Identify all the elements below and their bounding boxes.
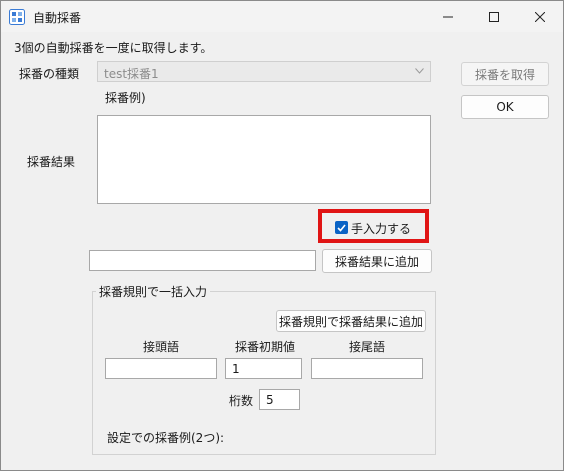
result-label: 採番結果 [27, 155, 76, 169]
ok-button[interactable]: OK [461, 95, 549, 119]
chevron-down-icon [415, 68, 424, 74]
get-number-button[interactable]: 採番を取得 [461, 62, 549, 86]
maximize-icon [489, 11, 499, 22]
suffix-label: 接尾語 [349, 340, 386, 354]
digits-field[interactable]: 5 [259, 389, 300, 410]
example-label: 採番例) [105, 91, 146, 105]
add-by-rule-button[interactable]: 採番規則で採番結果に追加 [276, 310, 426, 332]
manual-input-checkbox[interactable] [335, 221, 348, 234]
digits-label: 桁数 [229, 394, 254, 408]
initial-value-field[interactable]: 1 [225, 358, 302, 379]
app-grid-icon [9, 9, 25, 25]
checkmark-icon [337, 223, 346, 232]
window-title: 自動採番 [33, 11, 82, 25]
manual-input-field[interactable] [89, 250, 316, 271]
add-result-button[interactable]: 採番結果に追加 [322, 249, 432, 273]
suffix-field[interactable] [311, 358, 423, 379]
type-select[interactable]: test採番1 [97, 61, 431, 82]
auto-numbering-dialog: 自動採番 3個の自動採番を一度に取得します。 採番の種類 test採番1 採番を… [0, 0, 564, 471]
close-icon [535, 11, 545, 22]
minimize-icon [443, 16, 453, 17]
description-text: 3個の自動採番を一度に取得します。 [14, 41, 213, 55]
close-button[interactable] [517, 1, 563, 32]
type-label: 採番の種類 [19, 67, 80, 81]
prefix-label: 接頭語 [143, 340, 180, 354]
initial-value-label: 採番初期値 [235, 340, 296, 354]
title-bar[interactable]: 自動採番 [1, 1, 563, 32]
minimize-button[interactable] [425, 1, 471, 32]
result-textarea[interactable] [97, 115, 431, 204]
type-select-value: test採番1 [104, 67, 159, 81]
prefix-field[interactable] [105, 358, 217, 379]
maximize-button[interactable] [471, 1, 517, 32]
manual-input-label[interactable]: 手入力する [351, 220, 411, 237]
bulk-group-title: 採番規則で一括入力 [96, 283, 211, 300]
rule-example-label: 設定での採番例(2つ): [107, 431, 225, 445]
